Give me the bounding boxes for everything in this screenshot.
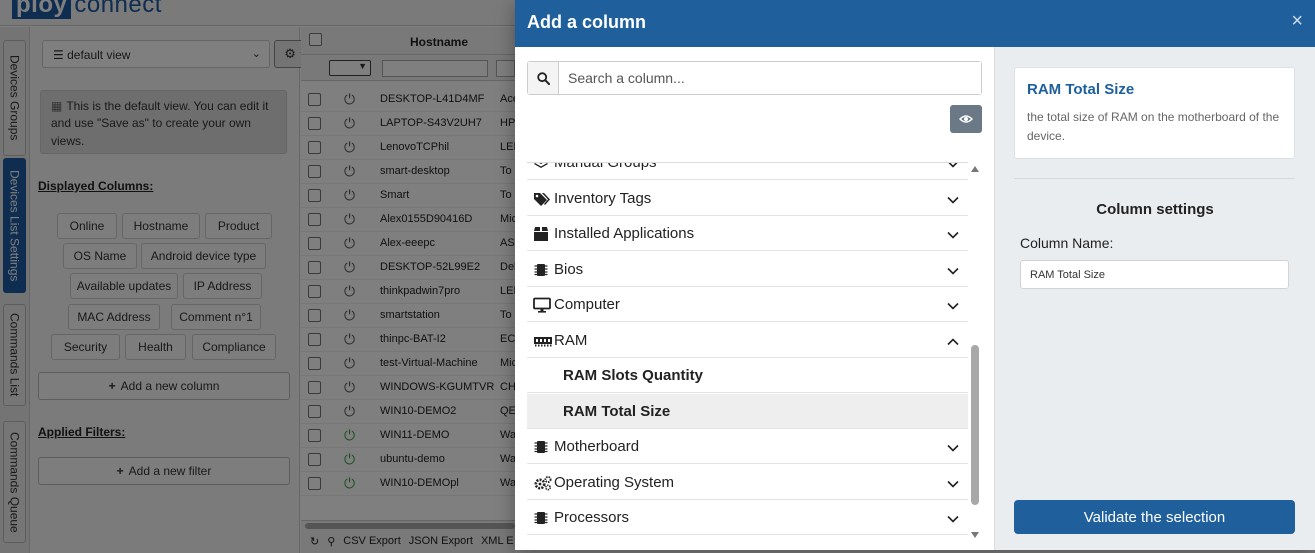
tags-icon xyxy=(533,191,550,207)
chevron-down-icon[interactable] xyxy=(947,441,959,452)
chevron-down-icon[interactable] xyxy=(947,228,959,239)
validate-selection-button[interactable]: Validate the selection xyxy=(1014,500,1295,534)
category-computer[interactable]: Computer xyxy=(527,287,968,322)
category-list-scrollbar[interactable] xyxy=(970,162,980,542)
layers-icon xyxy=(533,163,549,171)
category-motherboard[interactable]: Motherboard xyxy=(527,429,968,464)
add-column-modal: Add a column × Manual Groups Inventory Ta… xyxy=(515,0,1315,550)
box-icon xyxy=(533,226,549,242)
search-icon xyxy=(528,62,559,94)
close-icon[interactable]: × xyxy=(1291,11,1303,31)
column-settings-title: Column settings xyxy=(1096,201,1214,218)
chip-icon xyxy=(533,510,549,526)
modal-title: Add a column xyxy=(527,12,647,32)
category-label: Processors xyxy=(554,509,630,526)
column-description-text: the total size of RAM on the motherboard… xyxy=(1027,110,1280,144)
column-search-input[interactable] xyxy=(559,62,981,94)
chevron-up-icon[interactable] xyxy=(947,335,959,345)
category-label: Installed Applications xyxy=(554,225,695,242)
category-manual-groups[interactable]: Manual Groups xyxy=(527,162,968,180)
category-label: Manual Groups xyxy=(554,162,657,171)
category-operating-system[interactable]: Operating System xyxy=(527,464,968,500)
column-name-label: Column Name: xyxy=(1020,235,1114,251)
category-label: Motherboard xyxy=(554,438,640,455)
column-name-input[interactable] xyxy=(1020,260,1289,289)
divider xyxy=(1014,178,1295,179)
monitor-icon xyxy=(533,297,551,313)
column-option-ram-total-size[interactable]: RAM Total Size xyxy=(527,393,968,429)
scrollbar-thumb[interactable] xyxy=(971,345,979,505)
toggle-visibility-button[interactable] xyxy=(950,105,982,133)
category-bios[interactable]: Bios xyxy=(527,251,968,287)
chevron-down-icon[interactable] xyxy=(947,163,959,168)
chevron-down-icon[interactable] xyxy=(947,299,959,310)
chevron-down-icon[interactable] xyxy=(947,264,959,275)
column-picker-pane: Manual Groups Inventory Tags Installed App… xyxy=(515,47,995,550)
column-option-label: RAM Total Size xyxy=(563,402,671,420)
category-label: RAM xyxy=(554,331,588,349)
chevron-down-icon[interactable] xyxy=(947,512,959,523)
column-option-label: RAM Slots Quantity xyxy=(563,367,704,384)
category-label: Bios xyxy=(554,260,584,278)
column-option-ram-slots-quantity[interactable]: RAM Slots Quantity xyxy=(527,358,968,393)
chip-icon xyxy=(533,439,549,455)
chevron-down-icon[interactable] xyxy=(947,477,959,488)
category-ram[interactable]: RAM xyxy=(527,322,968,358)
category-inventory-tags[interactable]: Inventory Tags xyxy=(527,180,968,216)
scroll-down-icon[interactable] xyxy=(971,532,979,538)
column-category-list: Manual Groups Inventory Tags Installed App… xyxy=(527,162,968,542)
category-label: Operating System xyxy=(554,473,675,491)
modal-header: Add a column × xyxy=(515,0,1315,47)
scroll-up-icon[interactable] xyxy=(971,166,979,172)
category-label: Computer xyxy=(554,296,620,313)
column-search xyxy=(527,61,982,95)
eye-icon xyxy=(959,115,973,123)
memory-icon xyxy=(533,333,552,349)
gears-icon xyxy=(533,475,552,491)
category-processors[interactable]: Processors xyxy=(527,500,968,535)
column-details-pane: RAM Total Size the total size of RAM on … xyxy=(995,47,1315,550)
column-description-title: RAM Total Size xyxy=(1027,81,1135,98)
category-label: Inventory Tags xyxy=(554,189,652,207)
chip-icon xyxy=(533,262,549,278)
chevron-down-icon[interactable] xyxy=(947,193,959,204)
column-description-card: RAM Total Size the total size of RAM on … xyxy=(1014,67,1295,159)
category-installed-applications[interactable]: Installed Applications xyxy=(527,216,968,251)
